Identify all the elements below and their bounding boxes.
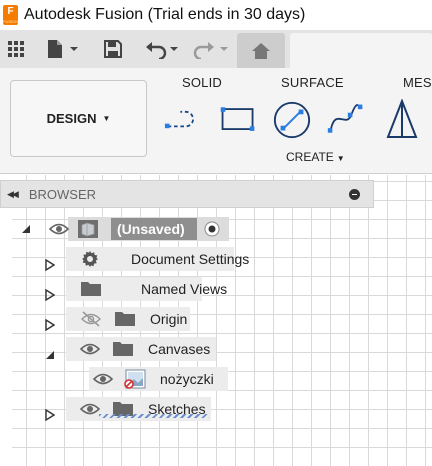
minimize-panel-icon[interactable] xyxy=(349,189,360,200)
caret-down-icon: ▼ xyxy=(336,154,345,163)
sketch-profile-underline xyxy=(99,414,209,418)
collapsed-triangle-icon[interactable] xyxy=(45,259,55,271)
gear-icon xyxy=(81,250,99,268)
expanded-triangle-icon[interactable] xyxy=(21,223,31,235)
undo-button[interactable] xyxy=(142,30,182,68)
activate-radio-icon[interactable] xyxy=(204,221,220,237)
home-tab[interactable] xyxy=(237,33,285,69)
hidden-eye-icon[interactable] xyxy=(80,311,102,327)
spline-icon[interactable] xyxy=(326,100,366,140)
browser-item-document-settings[interactable]: Document Settings xyxy=(0,247,249,271)
browser-item-label: Canvases xyxy=(148,341,211,357)
collapsed-triangle-icon[interactable] xyxy=(45,409,55,421)
folder-icon xyxy=(114,311,136,327)
root-component-label: (Unsaved) xyxy=(117,221,185,237)
save-icon[interactable] xyxy=(102,30,124,68)
browser-item-canvases[interactable]: Canvases xyxy=(0,337,240,361)
visibility-eye-icon[interactable] xyxy=(80,402,100,416)
visibility-eye-icon[interactable] xyxy=(49,222,69,236)
tab-mesh[interactable]: MES xyxy=(403,75,432,90)
workspace-selector[interactable]: DESIGN ▼ xyxy=(10,80,147,157)
undo-icon xyxy=(146,42,178,59)
component-icon xyxy=(77,219,99,239)
browser-item-label: Document Settings xyxy=(131,251,250,267)
collapsed-triangle-icon[interactable] xyxy=(45,319,55,331)
ribbon: DESIGN ▼ SOLID SURFACE MES CREATE ▼ xyxy=(0,68,432,174)
browser-item-label: Named Views xyxy=(141,281,228,297)
folder-icon xyxy=(80,281,102,297)
document-tab[interactable] xyxy=(290,33,432,69)
caret-down-icon: ▼ xyxy=(102,114,111,123)
expanded-triangle-icon[interactable] xyxy=(45,349,55,361)
create-group-button[interactable]: CREATE ▼ xyxy=(286,150,345,164)
grid-icon[interactable] xyxy=(4,30,28,68)
title-bar: F FUSION Autodesk Fusion (Trial ends in 3… xyxy=(0,0,432,30)
plane-icon[interactable] xyxy=(382,99,422,140)
browser-item-origin[interactable]: Origin xyxy=(0,307,240,331)
browser-item-label: Origin xyxy=(150,311,188,327)
browser-item-named-views[interactable]: Named Views xyxy=(0,277,240,301)
fusion-logo-icon: F FUSION xyxy=(3,5,19,25)
canvas-image-icon xyxy=(124,369,146,389)
browser-panel-header: ◀◀ BROWSER xyxy=(0,180,374,208)
home-icon xyxy=(252,43,270,59)
folder-icon xyxy=(112,341,134,357)
visibility-eye-icon[interactable] xyxy=(80,342,100,356)
window-title: Autodesk Fusion (Trial ends in 30 days) xyxy=(24,6,306,23)
file-menu-button[interactable] xyxy=(44,30,82,68)
circle-icon[interactable] xyxy=(272,100,312,140)
browser-title: BROWSER xyxy=(28,186,97,202)
collapsed-triangle-icon[interactable] xyxy=(45,289,55,301)
redo-button[interactable] xyxy=(190,30,230,68)
tab-solid[interactable]: SOLID xyxy=(182,75,222,90)
collapse-panel-icon[interactable]: ◀◀ xyxy=(7,189,19,200)
rectangle-icon[interactable] xyxy=(218,100,258,140)
visibility-eye-icon[interactable] xyxy=(93,372,113,386)
create-sketch-icon[interactable] xyxy=(164,100,204,140)
workspace-label: DESIGN xyxy=(46,111,97,126)
file-icon xyxy=(48,40,78,58)
browser-item-label: nożyczki xyxy=(160,371,214,387)
redo-icon xyxy=(193,42,228,59)
browser-item-canvas-nozyczki[interactable]: nożyczki xyxy=(0,367,240,391)
tab-surface[interactable]: SURFACE xyxy=(281,75,344,90)
